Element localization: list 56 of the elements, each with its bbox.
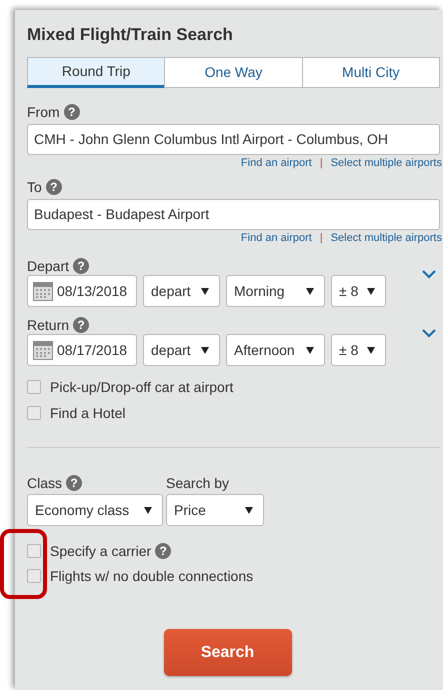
help-icon[interactable]: ? (155, 543, 172, 559)
link[interactable]: Find an airport (240, 155, 312, 172)
form-title: Mixed Flight/Train Search (27, 24, 234, 46)
caret-icon (306, 346, 314, 354)
checkbox-label: Flights w/ no double connections (50, 566, 254, 586)
calendar-icon (33, 282, 53, 300)
field-label: Class (27, 474, 62, 492)
dropdown[interactable]: Economy class (27, 494, 163, 526)
date-field[interactable]: 08/13/2018 (27, 275, 137, 307)
link[interactable]: Select multiple airports (330, 230, 442, 247)
separator: | (320, 156, 323, 172)
date-field[interactable]: 08/17/2018 (27, 334, 137, 366)
caret-icon (367, 346, 375, 354)
chevron-icon[interactable] (422, 269, 436, 279)
checkbox[interactable] (27, 380, 41, 394)
field-label: From (27, 102, 60, 122)
caret-icon (144, 506, 152, 514)
search-button[interactable]: Search (164, 629, 292, 676)
link[interactable]: Select multiple airports (330, 155, 442, 172)
field-label: Depart (27, 256, 70, 276)
checkbox-label: Find a Hotel (50, 404, 126, 422)
help-icon[interactable]: ? (73, 317, 90, 333)
field-label: Search by (166, 474, 230, 493)
caret-icon (201, 288, 209, 294)
highlight-frame (0, 529, 47, 599)
caret-icon (245, 506, 253, 514)
dropdown[interactable]: Morning (226, 275, 325, 307)
input-field[interactable]: CMH - John Glenn Columbus Intl Airport - Columbus, OH (27, 124, 440, 155)
dropdown[interactable]: depart (143, 275, 220, 307)
field-label: Return (27, 316, 70, 334)
checkbox-label: Specify a carrier (50, 542, 152, 561)
checkbox[interactable] (27, 406, 41, 420)
checkbox[interactable] (27, 569, 41, 583)
tab[interactable]: Round Trip (27, 57, 166, 88)
separator: | (320, 231, 323, 246)
help-icon[interactable]: ? (73, 258, 90, 274)
chevron-icon[interactable] (422, 328, 436, 338)
dropdown[interactable]: ± 8 (331, 334, 386, 366)
caret-icon (306, 288, 314, 294)
help-icon[interactable]: ? (64, 104, 80, 120)
tab[interactable]: One Way (164, 57, 303, 88)
caret-icon (201, 346, 209, 354)
dropdown[interactable]: Price (166, 494, 264, 526)
field-label: To (27, 178, 42, 196)
help-icon[interactable]: ? (66, 475, 82, 491)
checkbox[interactable] (27, 544, 41, 558)
help-icon[interactable]: ? (46, 179, 62, 195)
checkbox-label: Pick-up/Drop-off car at airport (50, 378, 234, 397)
link[interactable]: Find an airport (240, 230, 312, 247)
dropdown[interactable]: depart (143, 334, 220, 366)
caret-icon (367, 288, 375, 294)
dropdown[interactable]: ± 8 (331, 275, 386, 307)
calendar-icon (33, 340, 53, 360)
input-field[interactable]: Budapest - Budapest Airport (27, 199, 440, 230)
tab[interactable]: Multi City (302, 57, 440, 88)
dropdown[interactable]: Afternoon (226, 334, 325, 366)
